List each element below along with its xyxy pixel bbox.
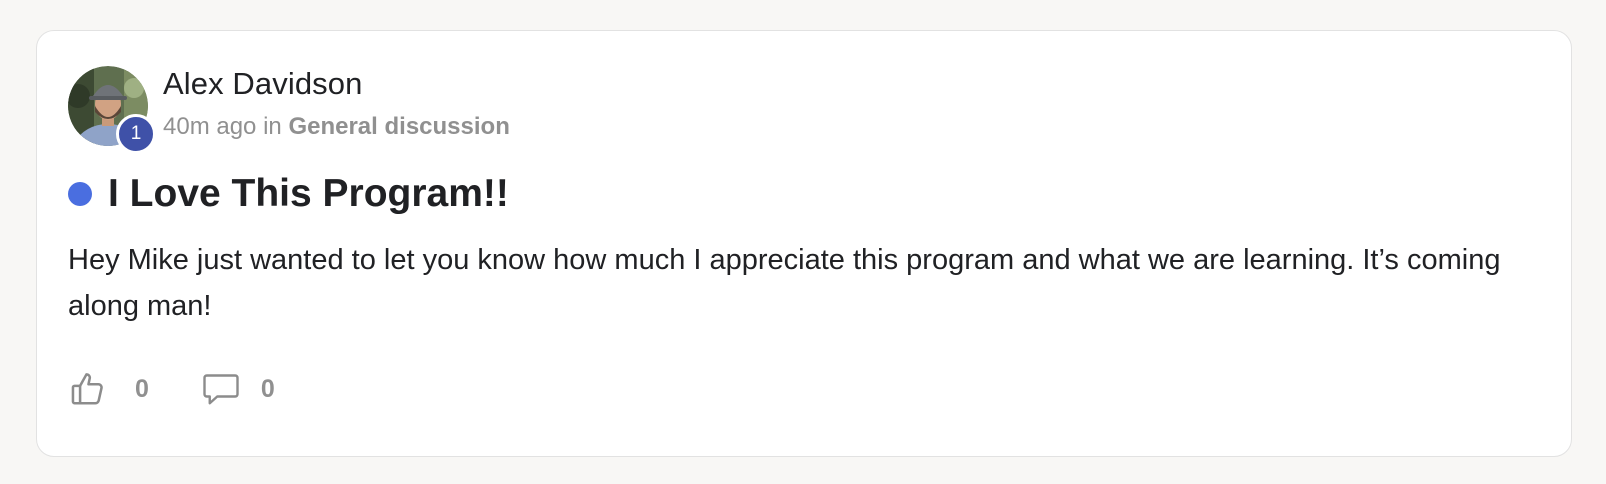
meta-in-word: in xyxy=(263,113,282,140)
thumbs-up-icon[interactable] xyxy=(68,369,108,409)
comment-icon[interactable] xyxy=(201,369,241,409)
author-name[interactable]: Alex Davidson xyxy=(163,66,362,102)
post-category-link[interactable]: General discussion xyxy=(288,113,509,140)
post-card[interactable]: 1 Alex Davidson 40m ago in General discu… xyxy=(36,30,1572,457)
level-badge: 1 xyxy=(116,114,156,154)
comment-count: 0 xyxy=(260,374,275,403)
comment-button[interactable]: 0 xyxy=(201,369,275,409)
post-meta: 40m ago in General discussion xyxy=(163,113,510,141)
post-actions: 0 0 xyxy=(68,365,275,413)
unread-indicator-icon xyxy=(68,182,92,206)
like-count: 0 xyxy=(135,374,149,403)
author-avatar-wrapper[interactable]: 1 xyxy=(68,66,156,154)
post-title[interactable]: I Love This Program!! xyxy=(108,172,509,216)
post-body: Hey Mike just wanted to let you know how… xyxy=(68,244,1501,322)
post-title-row[interactable]: I Love This Program!! xyxy=(68,171,509,217)
like-button[interactable]: 0 xyxy=(68,369,149,409)
post-time: 40m ago xyxy=(163,113,257,140)
